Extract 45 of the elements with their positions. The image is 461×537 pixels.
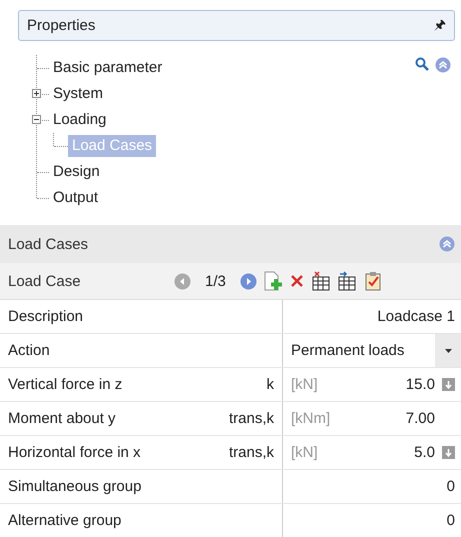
- load-button-icon[interactable]: [442, 446, 455, 459]
- clipboard-icon[interactable]: [362, 271, 383, 291]
- search-icon[interactable]: [415, 57, 429, 71]
- pin-button[interactable]: 🖈: [434, 14, 446, 36]
- next-icon[interactable]: [240, 272, 257, 290]
- property-value: 0: [446, 478, 455, 495]
- tree-item[interactable]: Loading: [49, 109, 110, 131]
- subscript-label: trans,k: [228, 444, 274, 461]
- property-label: Vertical force in z: [8, 376, 122, 393]
- action-dropdown[interactable]: Permanent loads: [283, 334, 461, 367]
- property-value: 15.0: [404, 376, 435, 393]
- table-icon[interactable]: [336, 271, 357, 291]
- property-value: 7.00: [404, 410, 435, 427]
- collapse-icon[interactable]: [435, 57, 451, 73]
- tree-item[interactable]: Output: [49, 187, 102, 209]
- property-label: Horizontal force in x: [8, 444, 141, 461]
- unit-label: [kNm]: [291, 410, 332, 427]
- tree-item[interactable]: Design: [49, 161, 104, 183]
- toolbar-label: Load Case: [8, 272, 82, 290]
- add-document-icon[interactable]: [262, 271, 283, 291]
- property-label: Moment about y: [8, 410, 116, 427]
- property-value: 0: [446, 512, 455, 529]
- load-button-icon[interactable]: [442, 378, 455, 391]
- property-value: 5.0: [413, 444, 435, 461]
- property-value: Loadcase 1: [377, 308, 455, 325]
- panel-title: Properties: [27, 17, 96, 34]
- property-label: Alternative group: [8, 512, 122, 529]
- subscript-label: trans,k: [228, 410, 274, 427]
- property-label: Simultaneous group: [8, 478, 142, 495]
- collapse-icon[interactable]: [439, 236, 455, 252]
- previous-icon[interactable]: [174, 272, 191, 290]
- tree-item[interactable]: System: [49, 83, 108, 105]
- delete-icon[interactable]: [288, 273, 305, 289]
- caret-icon: [444, 348, 452, 352]
- page-counter: 1/3: [205, 272, 226, 290]
- table-icon[interactable]: [310, 271, 331, 291]
- unit-label: [kN]: [291, 444, 319, 461]
- property-label: Description: [8, 308, 84, 325]
- unit-label: [kN]: [291, 376, 319, 393]
- expander-icon[interactable]: [32, 115, 41, 124]
- section-title: Load Cases: [8, 236, 88, 252]
- property-label: Action: [8, 342, 50, 359]
- tree-item[interactable]: Basic parameter: [49, 57, 166, 79]
- expander-icon[interactable]: [32, 89, 41, 98]
- subscript-label: k: [266, 376, 274, 393]
